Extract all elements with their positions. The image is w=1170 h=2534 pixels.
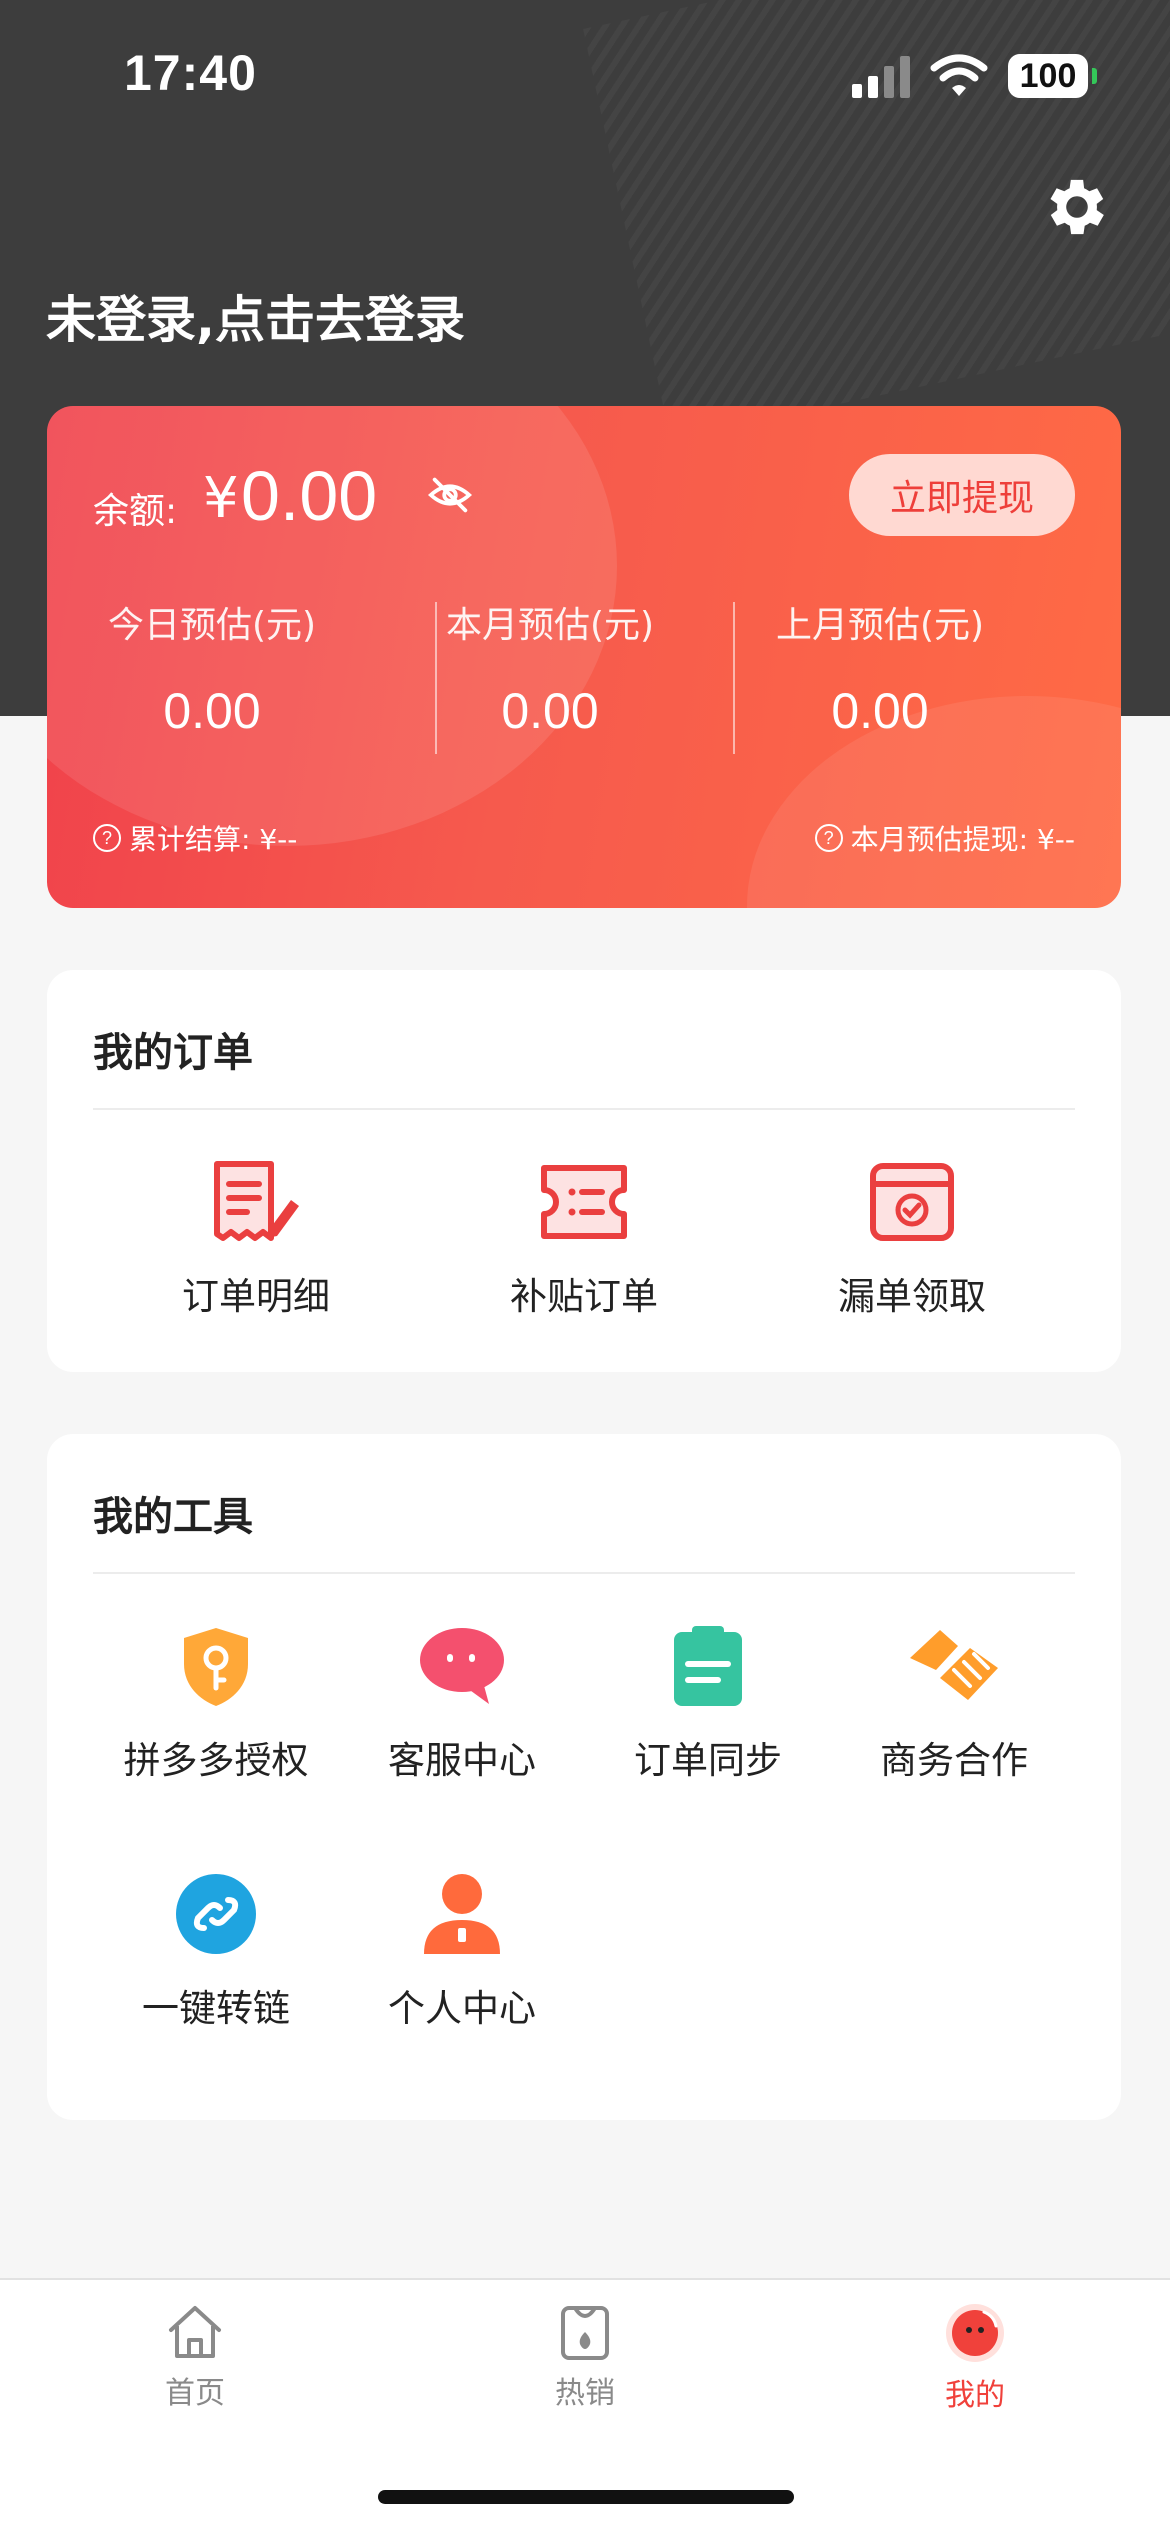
handshake-icon <box>910 1630 998 1700</box>
one-click-link-label: 一键转链 <box>142 1987 290 2030</box>
order-sync-label: 订单同步 <box>634 1739 782 1782</box>
missed-order-label: 漏单领取 <box>838 1275 986 1318</box>
balance-currency: ¥ <box>203 466 239 531</box>
withdraw-button[interactable]: 立即提现 <box>849 454 1075 536</box>
one-click-link-button[interactable]: 一键转链 <box>91 1872 341 2032</box>
box-check-icon <box>870 1163 954 1241</box>
hot-sale-icon <box>561 2306 609 2360</box>
personal-center-label: 个人中心 <box>388 1987 536 2030</box>
tab-home-label: 首页 <box>165 2376 225 2411</box>
stat-today: 今日预估(元) 0.00 <box>47 596 377 740</box>
stat-value: 0.00 <box>163 683 261 739</box>
signal-icon <box>852 56 910 98</box>
orders-title: 我的订单 <box>93 1030 253 1076</box>
tab-hot-sale[interactable]: 热销 <box>485 2302 685 2412</box>
business-cooperation-label: 商务合作 <box>880 1739 1028 1782</box>
tools-title: 我的工具 <box>93 1494 253 1540</box>
stat-label: 本月预估(元) <box>445 605 655 646</box>
help-icon: ? <box>93 824 121 852</box>
stat-value: 0.00 <box>501 683 599 739</box>
balance-label: 余额: <box>93 491 178 532</box>
shield-key-icon <box>184 1628 248 1706</box>
battery-indicator: 100 <box>1008 54 1088 98</box>
status-time: 17:40 <box>124 45 257 101</box>
eye-off-icon[interactable] <box>427 472 473 518</box>
balance-value: 0.00 <box>241 457 378 535</box>
settings-gear-icon[interactable] <box>1040 170 1114 244</box>
subsidy-order-label: 补贴订单 <box>510 1275 658 1318</box>
stat-this-month: 本月预估(元) 0.00 <box>385 596 715 740</box>
divider <box>93 1572 1075 1574</box>
tab-home[interactable]: 首页 <box>95 2302 295 2412</box>
total-settled-text: 累计结算: ¥-- <box>129 823 298 856</box>
order-detail-label: 订单明细 <box>182 1275 330 1318</box>
divider <box>93 1108 1075 1110</box>
stat-value: 0.00 <box>831 683 929 739</box>
balance-card: 余额: ¥ 0.00 立即提现 今日预估(元) 0.00 本月预估(元) 0.0… <box>47 406 1121 908</box>
tools-card: 我的工具 拼多多授权 客服中心 订单同步 商务合作 一键转链 个人中心 <box>47 1434 1121 2120</box>
personal-center-button[interactable]: 个人中心 <box>337 1872 587 2032</box>
order-detail-button[interactable]: 订单明细 <box>131 1160 381 1320</box>
home-indicator <box>378 2490 794 2504</box>
pdd-auth-label: 拼多多授权 <box>123 1739 309 1782</box>
tab-hot-sale-label: 热销 <box>555 2376 615 2411</box>
business-cooperation-button[interactable]: 商务合作 <box>829 1624 1079 1784</box>
ticket-icon <box>541 1165 627 1239</box>
order-detail-icon <box>214 1161 299 1241</box>
profile-avatar-icon <box>946 2304 1004 2362</box>
link-icon <box>176 1874 256 1954</box>
missed-order-button[interactable]: 漏单领取 <box>787 1160 1037 1320</box>
tab-mine[interactable]: 我的 <box>875 2302 1075 2414</box>
order-sync-button[interactable]: 订单同步 <box>583 1624 833 1784</box>
total-settled[interactable]: ? 累计结算: ¥-- <box>93 818 297 858</box>
login-prompt[interactable]: 未登录,点击去登录 <box>46 280 465 352</box>
stat-label: 上月预估(元) <box>775 605 985 646</box>
stat-last-month: 上月预估(元) 0.00 <box>715 596 1045 740</box>
month-withdraw-text: 本月预估提现: ¥-- <box>850 823 1075 856</box>
stat-label: 今日预估(元) <box>107 605 317 646</box>
orders-card: 我的订单 订单明细 补贴订单 漏单领取 <box>47 970 1121 1372</box>
customer-service-label: 客服中心 <box>388 1739 536 1782</box>
customer-service-button[interactable]: 客服中心 <box>337 1624 587 1784</box>
help-icon: ? <box>814 824 843 852</box>
chat-bubble-icon <box>420 1628 504 1704</box>
clipboard-icon <box>674 1626 742 1706</box>
tab-mine-label: 我的 <box>945 2378 1005 2413</box>
home-icon <box>169 2306 221 2358</box>
subsidy-order-button[interactable]: 补贴订单 <box>459 1160 709 1320</box>
user-icon <box>424 1874 500 1954</box>
battery-nub <box>1092 68 1097 84</box>
pdd-auth-button[interactable]: 拼多多授权 <box>91 1624 341 1784</box>
month-withdraw-estimate[interactable]: ? 本月预估提现: ¥-- <box>814 818 1075 858</box>
wifi-icon <box>930 54 988 96</box>
